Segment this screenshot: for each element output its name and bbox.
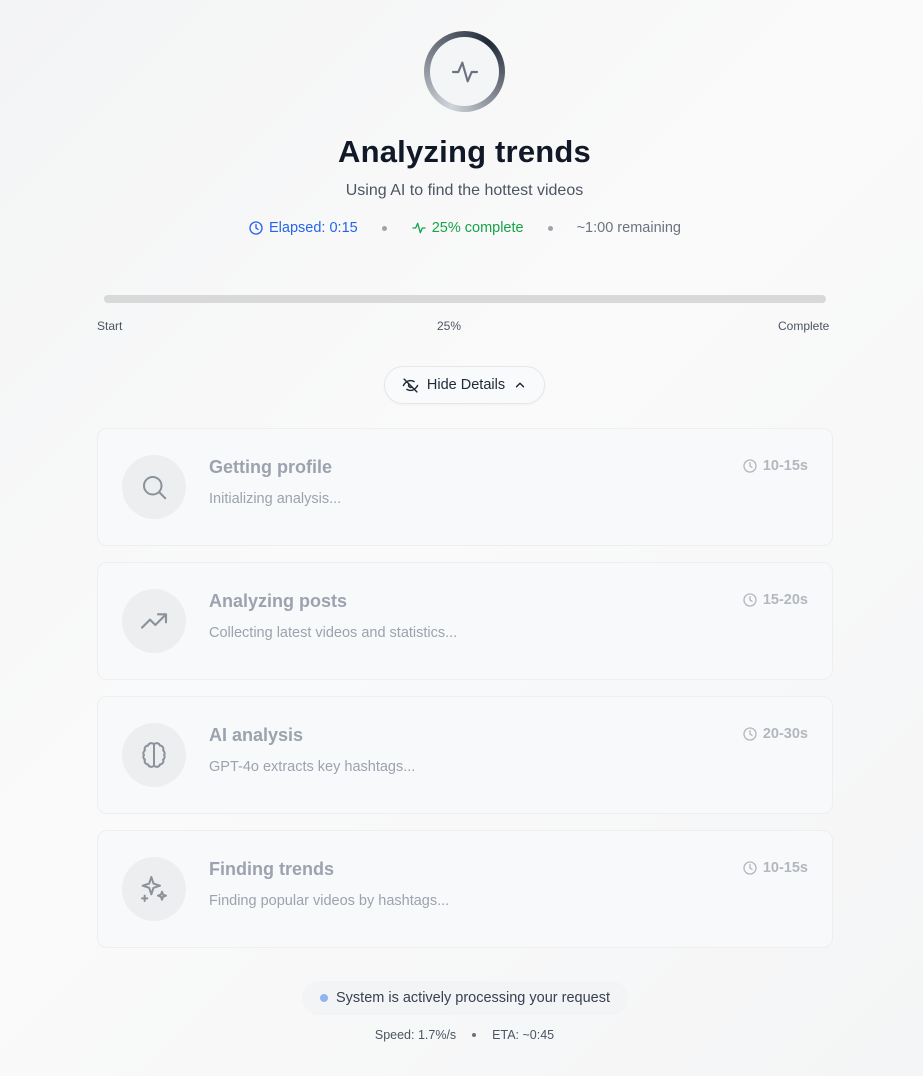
step-title: Getting profile xyxy=(209,457,332,477)
step-card-getting-profile: Getting profile Initializing analysis...… xyxy=(97,428,833,546)
activity-icon xyxy=(451,61,478,82)
speed-label: Speed: 1.7%/s xyxy=(374,1028,457,1042)
step-card-analyzing-posts: Analyzing posts Collecting latest videos… xyxy=(97,562,833,680)
page-title: Analyzing trends xyxy=(338,134,591,169)
footer-metrics: Speed: 1.7%/s ETA: ~0:45 xyxy=(0,1028,923,1042)
progress-fill xyxy=(104,295,285,303)
step-time-label: 10-15s xyxy=(762,458,808,474)
step-description: Initializing analysis... xyxy=(209,491,342,507)
sparkles-icon xyxy=(141,876,167,902)
separator-dot xyxy=(381,225,387,231)
step-time-label: 15-20s xyxy=(762,592,808,608)
step-title: Finding trends xyxy=(209,859,334,879)
stats-row: Elapsed: 0:15 25% complete ~1:00 remaini… xyxy=(0,220,923,236)
step-description: GPT-4o extracts key hashtags... xyxy=(209,759,416,775)
hide-details-button[interactable]: Hide Details xyxy=(384,366,545,404)
clock-icon xyxy=(743,459,757,473)
step-card-finding-trends: Finding trends Finding popular videos by… xyxy=(97,830,833,948)
status-dot xyxy=(320,994,328,1002)
step-time: 10-15s xyxy=(742,860,808,876)
status-message: System is actively processing your reque… xyxy=(336,990,610,1006)
step-title: AI analysis xyxy=(209,725,304,745)
step-icon-container xyxy=(122,455,186,519)
remaining-stat: ~1:00 remaining xyxy=(577,220,681,236)
remaining-label: ~1:00 remaining xyxy=(576,220,681,236)
separator-dot xyxy=(472,1033,477,1037)
elapsed-label: Elapsed: 0:15 xyxy=(269,220,358,236)
trending-up-icon xyxy=(140,613,168,629)
separator-dot xyxy=(547,225,553,231)
step-description: Finding popular videos by hashtags... xyxy=(209,893,450,909)
hide-details-label: Hide Details xyxy=(426,377,506,393)
step-time: 20-30s xyxy=(742,726,808,742)
step-icon-container xyxy=(122,857,186,921)
clock-icon xyxy=(249,221,263,235)
progress-start-label: Start xyxy=(97,319,123,333)
search-icon xyxy=(143,476,167,500)
spinner-center xyxy=(430,37,499,106)
clock-icon xyxy=(743,727,757,741)
step-card-ai-analysis: AI analysis GPT-4o extracts key hashtags… xyxy=(97,696,833,814)
chevron-up-icon xyxy=(515,382,525,388)
step-time: 10-15s xyxy=(742,458,808,474)
step-time-label: 20-30s xyxy=(762,726,808,742)
activity-icon xyxy=(412,222,426,234)
step-time: 15-20s xyxy=(742,592,808,608)
status-indicator: System is actively processing your reque… xyxy=(302,981,628,1015)
percent-label: 25% complete xyxy=(431,220,524,236)
elapsed-stat: Elapsed: 0:15 xyxy=(248,220,358,236)
eta-label: ETA: ~0:45 xyxy=(492,1028,555,1042)
step-icon-container xyxy=(122,723,186,787)
clock-icon xyxy=(743,593,757,607)
step-description: Collecting latest videos and statistics.… xyxy=(209,625,458,641)
loading-spinner xyxy=(424,31,505,112)
page-subtitle: Using AI to find the hottest videos xyxy=(345,182,584,199)
progress-end-label: Complete xyxy=(778,319,830,333)
step-time-label: 10-15s xyxy=(762,860,808,876)
progress-value-label: 25% xyxy=(437,319,462,333)
step-icon-container xyxy=(122,589,186,653)
eye-off-icon xyxy=(402,377,419,393)
progress-bar xyxy=(104,295,826,303)
step-title: Analyzing posts xyxy=(209,591,348,611)
brain-icon xyxy=(142,742,166,768)
clock-icon xyxy=(743,861,757,875)
percent-stat: 25% complete xyxy=(411,220,524,236)
